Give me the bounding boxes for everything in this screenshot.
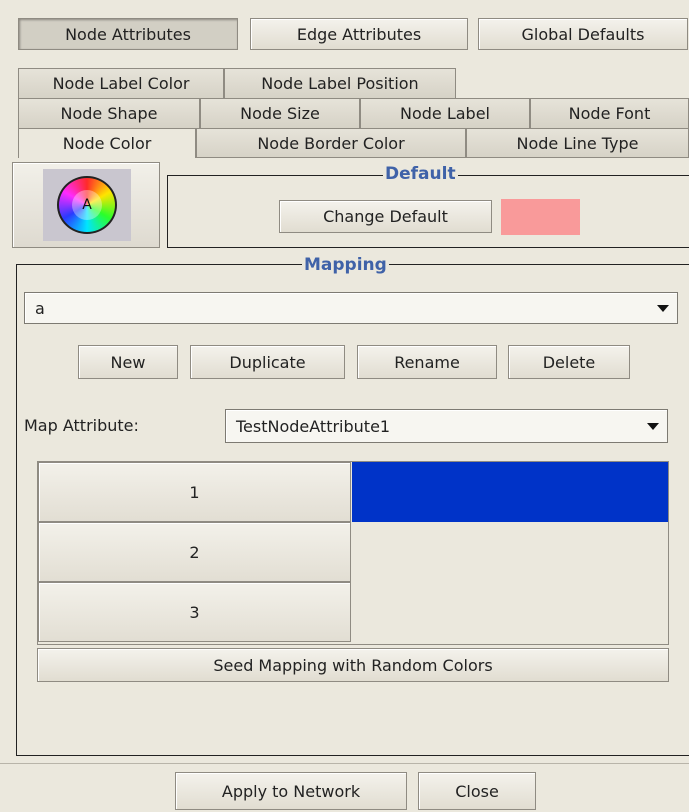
tab-label: Node Font [568,104,651,123]
tab-node-shape[interactable]: Node Shape [18,98,200,128]
mapping-value-cell[interactable] [352,582,668,642]
tab-node-size[interactable]: Node Size [200,98,360,128]
edge-attributes-button[interactable]: Edge Attributes [250,18,468,50]
map-attribute-select[interactable]: TestNodeAttribute1 [225,409,668,443]
apply-to-network-label: Apply to Network [221,781,361,801]
tab-node-label-position[interactable]: Node Label Position [224,68,456,98]
default-legend: Default [383,164,458,184]
mapping-key-label: 1 [189,482,200,502]
node-attributes-label: Node Attributes [65,24,191,44]
tab-node-color[interactable]: Node Color [18,128,196,158]
new-button[interactable]: New [78,345,178,379]
tab-node-font[interactable]: Node Font [530,98,689,128]
node-attributes-button[interactable]: Node Attributes [18,18,238,50]
seed-random-colors-label: Seed Mapping with Random Colors [213,655,493,675]
mapping-key-label: 3 [189,602,200,622]
color-wheel-icon: A [57,176,117,234]
edge-attributes-label: Edge Attributes [296,24,422,44]
mapping-key-cell[interactable]: 3 [38,582,351,642]
tab-node-border-color[interactable]: Node Border Color [196,128,466,158]
mapping-legend: Mapping [302,255,389,275]
mapping-value-cell[interactable] [352,462,668,522]
rename-label: Rename [394,352,460,372]
color-icon-button[interactable]: A [12,162,160,248]
tab-node-label-color[interactable]: Node Label Color [18,68,224,98]
tab-node-label[interactable]: Node Label [360,98,530,128]
global-defaults-label: Global Defaults [521,24,645,44]
mapping-key-cell[interactable]: 1 [38,462,351,522]
tab-label: Node Line Type [516,134,639,153]
change-default-button[interactable]: Change Default [279,200,492,233]
default-color-swatch[interactable] [501,199,580,235]
duplicate-button[interactable]: Duplicate [190,345,345,379]
mapping-key-label: 2 [189,542,200,562]
tab-label: Node Label [399,104,490,123]
color-wheel-letter: A [72,190,102,220]
close-label: Close [455,781,499,801]
tab-label: Node Size [240,104,320,123]
mapping-key-cell[interactable]: 2 [38,522,351,582]
duplicate-label: Duplicate [229,352,306,372]
apply-to-network-button[interactable]: Apply to Network [175,772,407,810]
footer-divider [0,763,689,764]
seed-random-colors-button[interactable]: Seed Mapping with Random Colors [37,648,669,682]
icon-background: A [43,169,131,241]
mapping-select-value: a [35,298,45,318]
delete-label: Delete [542,352,596,372]
change-default-label: Change Default [323,207,448,226]
tab-label: Node Shape [60,104,158,123]
tab-label: Node Label Position [261,74,419,93]
delete-button[interactable]: Delete [508,345,630,379]
map-attribute-value: TestNodeAttribute1 [236,416,391,436]
mapping-select[interactable]: a [24,292,678,324]
tab-panel-border [196,157,689,158]
mapping-value-cell[interactable] [352,522,668,582]
map-attribute-label: Map Attribute: [24,416,139,435]
tab-label: Node Border Color [257,134,405,153]
tab-node-line-type[interactable]: Node Line Type [466,128,689,158]
chevron-down-icon [657,305,669,312]
chevron-down-icon [647,423,659,430]
close-button[interactable]: Close [418,772,536,810]
new-label: New [110,352,146,372]
tab-label: Node Color [62,134,152,153]
rename-button[interactable]: Rename [357,345,497,379]
global-defaults-button[interactable]: Global Defaults [478,18,688,50]
tab-label: Node Label Color [52,74,190,93]
